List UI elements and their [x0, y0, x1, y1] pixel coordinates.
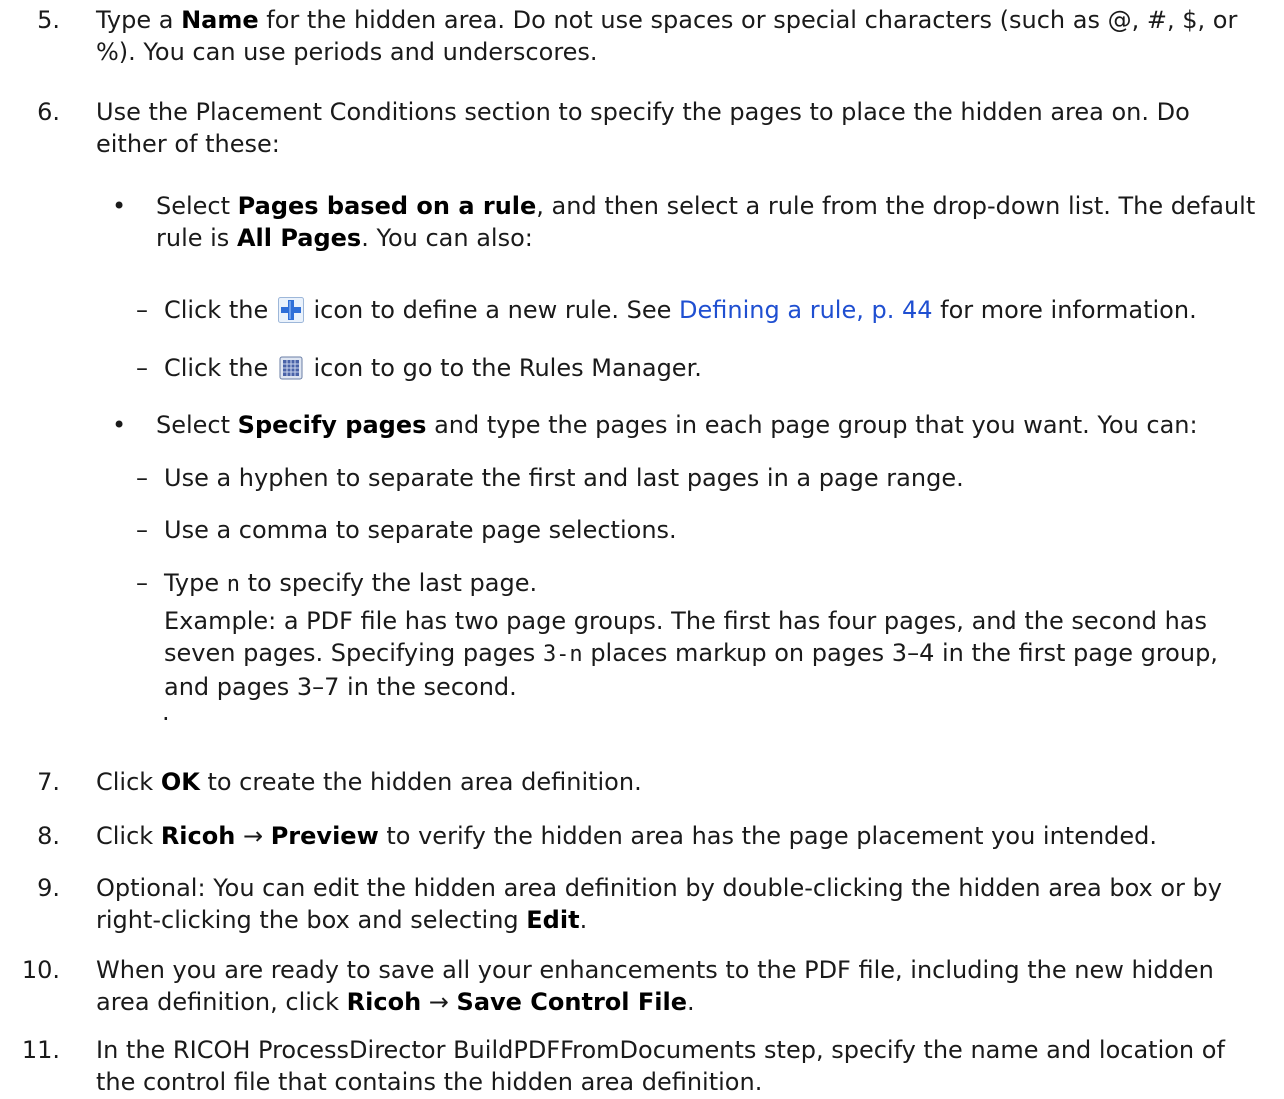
- sub-item-last-page: – Type n to specify the last page.: [0, 567, 1264, 601]
- step-text: Optional: You can edit the hidden area d…: [96, 874, 1222, 934]
- sub-item-text: Use a comma to separate page selections.: [164, 516, 677, 544]
- step-number: 5.: [37, 6, 60, 34]
- bullet-pages-based-on-rule: • Select Pages based on a rule, and then…: [0, 190, 1264, 254]
- dash-mark: –: [136, 569, 148, 597]
- step-10: 10. When you are ready to save all your …: [0, 954, 1264, 1018]
- step-number: 8.: [37, 822, 60, 850]
- example-note: Example: a PDF file has two page groups.…: [0, 605, 1264, 703]
- bullet-text: Select Pages based on a rule, and then s…: [156, 192, 1256, 252]
- step-text: Use the Placement Conditions section to …: [96, 98, 1190, 158]
- step-number: 6.: [37, 98, 60, 126]
- step-8: 8. Click Ricoh → Preview to verify the h…: [0, 820, 1264, 852]
- dash-mark: –: [136, 296, 148, 324]
- dash-mark: –: [136, 354, 148, 382]
- dash-mark: –: [136, 516, 148, 544]
- bullet-mark: •: [112, 411, 127, 439]
- step-11: 11. In the RICOH ProcessDirector BuildPD…: [0, 1034, 1264, 1098]
- bullet-specify-pages: • Select Specify pages and type the page…: [0, 409, 1264, 441]
- step-6: 6. Use the Placement Conditions section …: [0, 96, 1264, 160]
- sub-item-text: Type n to specify the last page.: [164, 569, 538, 597]
- step-7: 7. Click OK to create the hidden area de…: [0, 766, 1264, 798]
- step-number: 10.: [21, 956, 60, 984]
- code-range: 3-n: [542, 642, 583, 667]
- sub-item-text: Click the icon to go to the Rules Manage…: [164, 354, 702, 382]
- sub-item-comma: – Use a comma to separate page selection…: [0, 514, 1264, 546]
- defining-rule-link[interactable]: Defining a rule, p. 44: [679, 296, 932, 324]
- step-9: 9. Optional: You can edit the hidden are…: [0, 872, 1264, 936]
- stray-period: .: [162, 698, 170, 726]
- step-number: 11.: [21, 1036, 60, 1064]
- rules-manager-grid-icon[interactable]: [278, 355, 304, 381]
- code-n: n: [226, 572, 241, 597]
- bullet-text: Select Specify pages and type the pages …: [156, 411, 1198, 439]
- bullet-mark: •: [112, 192, 127, 220]
- step-text: In the RICOH ProcessDirector BuildPDFFro…: [96, 1036, 1225, 1096]
- step-number: 9.: [37, 874, 60, 902]
- sub-item-text: Use a hyphen to separate the first and l…: [164, 464, 964, 492]
- example-text: Example: a PDF file has two page groups.…: [164, 607, 1218, 701]
- step-text: When you are ready to save all your enha…: [96, 956, 1214, 1016]
- sub-item-define-rule: – Click the icon to define a new rule. S…: [0, 294, 1264, 326]
- step-text: Type a Name for the hidden area. Do not …: [96, 6, 1238, 66]
- add-plus-icon[interactable]: [277, 297, 304, 323]
- step-text: Click Ricoh → Preview to verify the hidd…: [96, 822, 1158, 850]
- step-text: Click OK to create the hidden area defin…: [96, 768, 642, 796]
- step-number: 7.: [37, 768, 60, 796]
- sub-item-rules-manager: – Click the icon to go to the Rules Mana…: [0, 352, 1264, 384]
- dash-mark: –: [136, 464, 148, 492]
- sub-item-text: Click the icon to define a new rule. See…: [164, 296, 1197, 324]
- step-5: 5. Type a Name for the hidden area. Do n…: [0, 4, 1264, 68]
- sub-item-hyphen: – Use a hyphen to separate the first and…: [0, 462, 1264, 494]
